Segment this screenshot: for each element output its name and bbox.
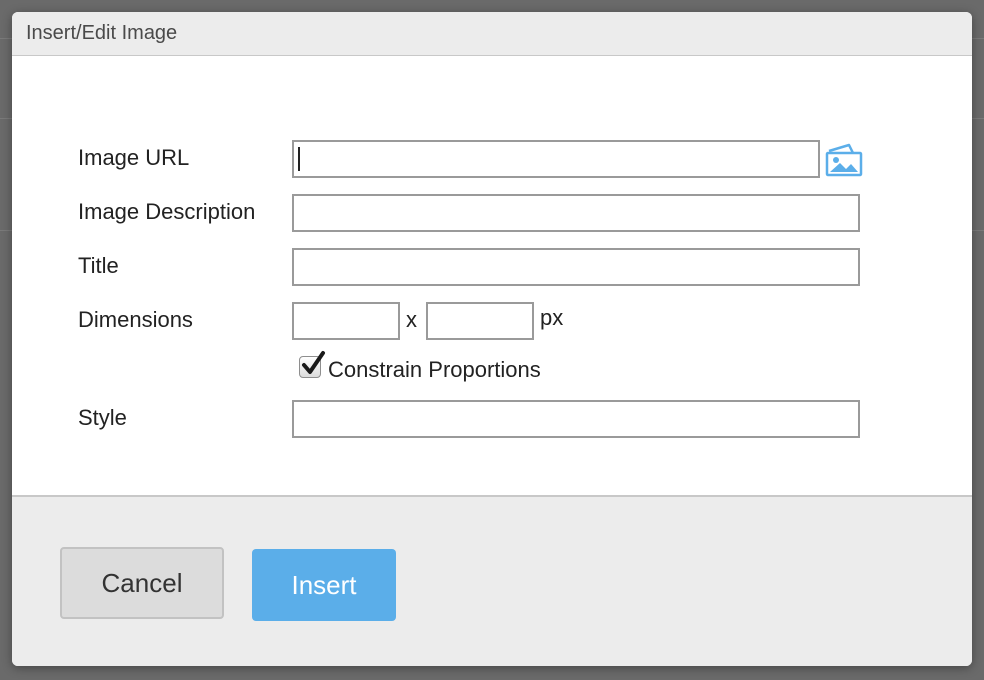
image-url-input[interactable] bbox=[292, 140, 820, 178]
dialog-title: Insert/Edit Image bbox=[26, 22, 178, 44]
image-description-input[interactable] bbox=[292, 194, 860, 232]
image-browse-icon[interactable] bbox=[823, 141, 865, 177]
height-input[interactable] bbox=[426, 302, 534, 340]
dimensions-unit: px bbox=[540, 305, 564, 330]
title-label: Title bbox=[78, 253, 119, 278]
insert-button[interactable]: Insert bbox=[252, 549, 396, 621]
dimensions-label: Dimensions bbox=[78, 307, 193, 332]
dialog-footer: Cancel Insert bbox=[12, 495, 972, 666]
dimensions-separator: x bbox=[406, 307, 417, 332]
image-description-label: Image Description bbox=[78, 199, 256, 224]
insert-image-dialog: Insert/Edit Image Image URL Image Descri… bbox=[12, 12, 972, 666]
width-input[interactable] bbox=[292, 302, 400, 340]
dialog-header[interactable]: Insert/Edit Image bbox=[12, 12, 972, 56]
style-label: Style bbox=[78, 405, 127, 430]
checkmark-icon bbox=[302, 351, 325, 374]
dialog-body: Image URL Image Description Title Dimens… bbox=[12, 57, 972, 495]
style-input[interactable] bbox=[292, 400, 860, 438]
text-cursor bbox=[298, 147, 300, 171]
constrain-proportions-label[interactable]: Constrain Proportions bbox=[328, 357, 541, 383]
title-input[interactable] bbox=[292, 248, 860, 286]
cancel-button[interactable]: Cancel bbox=[60, 547, 224, 619]
image-url-label: Image URL bbox=[78, 145, 190, 170]
